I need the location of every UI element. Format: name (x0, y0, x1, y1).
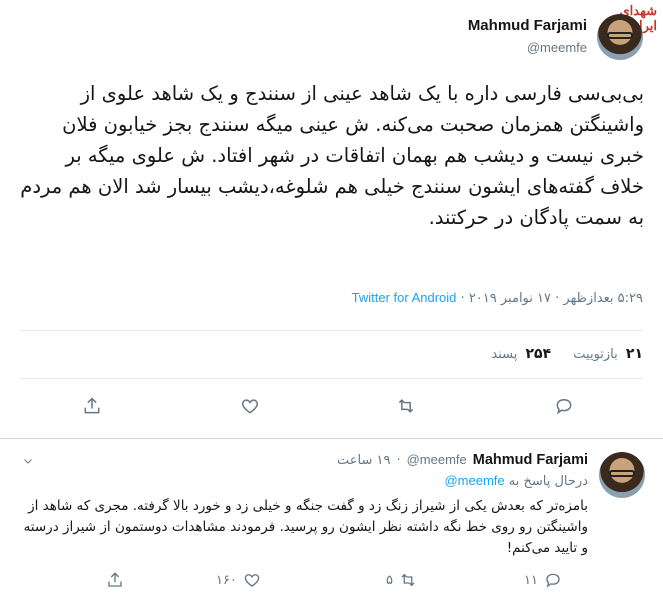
reply-reply-button[interactable]: ۱۱ (524, 568, 562, 592)
heart-icon[interactable] (238, 394, 262, 418)
reply-replies-count: ۱۱ (524, 572, 538, 588)
reply-avatar[interactable] (599, 452, 645, 498)
retweet-icon (401, 573, 415, 587)
reply-retweet-button[interactable]: ۵ (386, 568, 417, 592)
likes-stat[interactable]: ۲۵۴ پسند (491, 346, 551, 362)
tweet-time[interactable]: ۵:۲۹ بعدازظهر (563, 291, 643, 306)
reply-author-name[interactable]: Mahmud Farjami (473, 452, 588, 468)
avatar[interactable] (597, 14, 643, 60)
thread-divider (0, 438, 663, 439)
meta-separator: · (460, 291, 465, 306)
reply-like-button[interactable]: ۱۶۰ (216, 568, 261, 592)
reply-share-button[interactable] (106, 568, 124, 592)
retweets-count: ۲۱ (625, 346, 643, 362)
reply-age[interactable]: ۱۹ ساعت (337, 453, 390, 468)
chevron-down-icon[interactable] (22, 452, 36, 466)
tweet-actions (70, 394, 590, 424)
reply-retweets-count: ۵ (386, 572, 393, 588)
retweets-label: بازتوییت (573, 347, 618, 362)
likes-count: ۲۵۴ (525, 346, 552, 362)
author-name[interactable]: Mahmud Farjami (468, 17, 587, 34)
avatar-glasses (607, 32, 633, 39)
divider (20, 378, 643, 379)
reply-to-label: درحال پاسخ به (508, 474, 588, 489)
tweet-screenshot: شهدای ایران Mahmud Farjami @meemfe بی‌بی… (0, 0, 663, 602)
reply-context: درحال پاسخ به @meemfe (68, 473, 588, 489)
reply-likes-count: ۱۶۰ (216, 572, 237, 588)
retweet-icon[interactable] (394, 394, 418, 418)
author-handle[interactable]: @meemfe (527, 40, 587, 55)
reply-to-handle[interactable]: @meemfe (444, 473, 504, 488)
tweet-stats: ۲۱ بازتوییت ۲۵۴ پسند (19, 346, 643, 362)
heart-icon (244, 574, 260, 587)
reply-author-handle[interactable]: @meemfe (407, 452, 467, 467)
reply-actions: ۱۶۰ ۵ ۱۱ (100, 568, 570, 592)
tweet-meta: ۵:۲۹ بعدازظهر · ۱۷ نوامبر ۲۰۱۹ · Twitter… (19, 290, 643, 306)
reply-icon[interactable] (552, 394, 576, 418)
tweet-text: بی‌بی‌سی فارسی داره با یک شاهد عینی از س… (20, 82, 644, 229)
share-icon (108, 572, 122, 587)
meta-separator: · (396, 453, 401, 468)
retweets-stat[interactable]: ۲۱ بازتوییت (573, 346, 643, 362)
tweet-date[interactable]: ۱۷ نوامبر ۲۰۱۹ (469, 291, 551, 306)
share-icon[interactable] (80, 394, 104, 418)
reply-text: بامزه‌تر که بعدش یکی از شیراز زنگ زد و گ… (23, 498, 588, 556)
avatar-glasses (609, 470, 635, 477)
reply-icon (546, 573, 560, 588)
likes-label: پسند (491, 347, 518, 362)
divider (20, 330, 643, 331)
reply-header: Mahmud Farjami @meemfe · ۱۹ ساعت (68, 452, 588, 468)
meta-separator: · (555, 291, 560, 306)
tweet-client-link[interactable]: Twitter for Android (352, 290, 457, 305)
